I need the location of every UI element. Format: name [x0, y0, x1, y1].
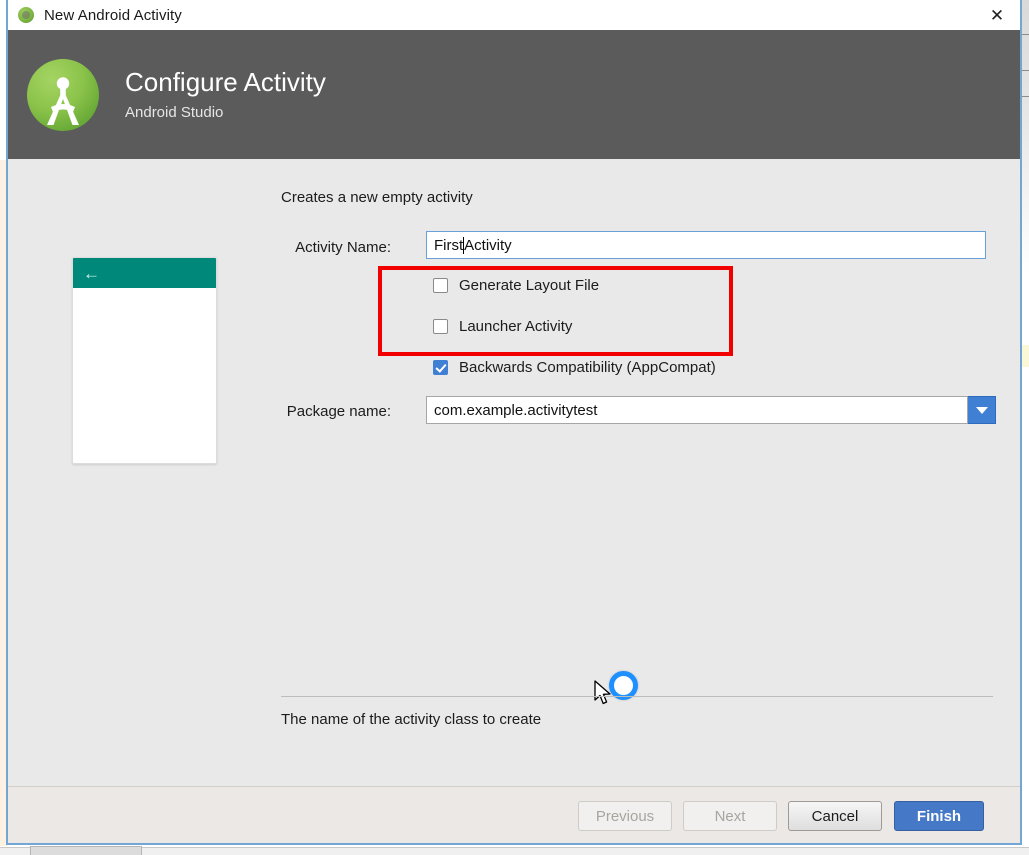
new-android-activity-dialog: New Android Activity ✕ Configure Activit… — [6, 0, 1022, 845]
mouse-cursor-busy — [594, 671, 640, 707]
checkbox-row-backwards-compatibility[interactable]: Backwards Compatibility (AppCompat) — [433, 359, 716, 376]
checkbox-launcher-activity[interactable] — [433, 319, 448, 334]
hint-separator — [281, 696, 993, 697]
screenshot-root: New Android Activity ✕ Configure Activit… — [0, 0, 1029, 855]
cancel-button[interactable]: Cancel — [788, 801, 882, 831]
back-arrow-icon: ← — [83, 263, 100, 283]
activity-name-value-tail: Activity — [464, 236, 512, 254]
dialog-titlebar: New Android Activity ✕ — [8, 0, 1020, 30]
close-icon[interactable]: ✕ — [974, 0, 1020, 30]
checkbox-label-backwards-compatibility: Backwards Compatibility (AppCompat) — [459, 359, 716, 376]
android-icon — [18, 7, 34, 23]
activity-name-value-head: First — [434, 236, 464, 254]
package-name-input[interactable]: com.example.activitytest — [426, 396, 968, 424]
checkbox-label-generate-layout-file: Generate Layout File — [459, 277, 600, 294]
package-name-field[interactable]: com.example.activitytest — [426, 396, 996, 424]
background-status-bar — [0, 847, 1029, 855]
preview-canvas — [73, 288, 216, 463]
dialog-header: Configure Activity Android Studio — [8, 30, 1020, 159]
cursor-arrow-icon — [594, 680, 611, 705]
checkbox-row-launcher-activity[interactable]: Launcher Activity — [433, 318, 572, 335]
checkbox-backwards-compatibility[interactable] — [433, 360, 448, 375]
background-tool-tab — [30, 846, 142, 855]
finish-button[interactable]: Finish — [894, 801, 984, 831]
dialog-footer: Previous Next Cancel Finish — [8, 786, 1020, 842]
activity-name-label: Activity Name: — [295, 239, 391, 256]
hint-text: The name of the activity class to create — [281, 711, 542, 728]
activity-preview-thumbnail: ← — [72, 257, 217, 464]
activity-name-input[interactable]: First Activity — [426, 231, 986, 259]
header-text-group: Configure Activity Android Studio — [125, 67, 326, 123]
next-button[interactable]: Next — [683, 801, 777, 831]
android-studio-logo — [27, 58, 99, 131]
previous-button[interactable]: Previous — [578, 801, 672, 831]
checkbox-row-generate-layout-file[interactable]: Generate Layout File — [433, 277, 599, 294]
header-title: Configure Activity — [125, 66, 326, 97]
package-name-label: Package name: — [286, 403, 391, 420]
dialog-title: New Android Activity — [44, 6, 182, 24]
description-text: Creates a new empty activity — [281, 189, 473, 206]
chevron-down-icon[interactable] — [968, 396, 996, 424]
preview-appbar: ← — [73, 258, 216, 288]
header-subtitle: Android Studio — [125, 103, 224, 121]
checkbox-label-launcher-activity: Launcher Activity — [459, 318, 573, 335]
dialog-body: Creates a new empty activity ← Activity … — [8, 159, 1020, 786]
checkbox-generate-layout-file[interactable] — [433, 278, 448, 293]
